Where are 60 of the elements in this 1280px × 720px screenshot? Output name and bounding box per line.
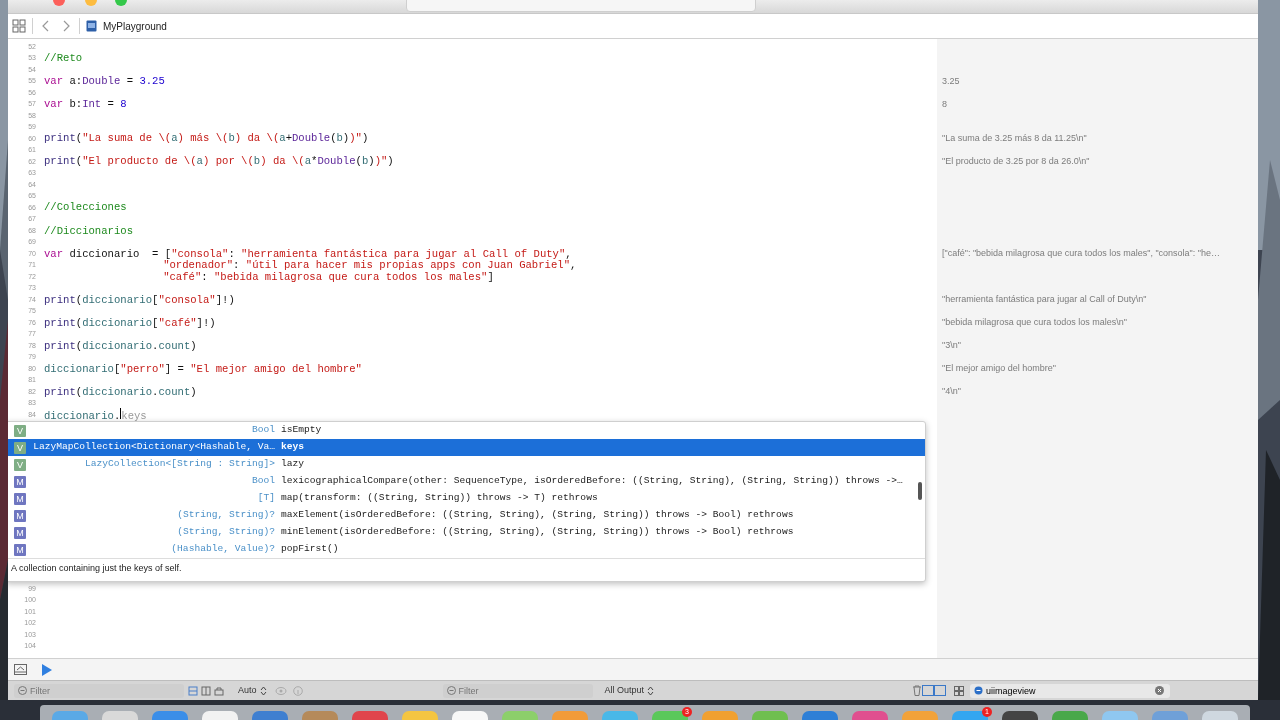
code-line: print(diccionario["café"]!) [44,317,216,329]
code-line: "ordenador": "útil para hacer mis propias apps con Juan Gabriel", [163,260,577,272]
code-line: print(diccionario.count) [44,386,197,398]
lock-icon[interactable] [214,685,224,696]
result-value: "3\n" [942,340,961,351]
scrollbar[interactable] [918,482,922,500]
filter-icon [974,686,984,695]
grid-icon[interactable] [12,19,26,33]
completion-item[interactable]: V LazyCollection<[String : String]> lazy [8,456,925,473]
completion-item[interactable]: M [T] map(transform: ((String, String)) throws -> T) rethrows [8,490,925,507]
code-line: "café": "bebida milagrosa que cura todos los males"] [163,271,494,283]
filter-icon [446,686,456,695]
completion-item[interactable]: M (String, String)? maxElement(isOrderedBefore: ((String, String), (String, String)) throws -> Bool) rethrows [8,507,925,524]
code-line: diccionario["perro"] = "El mejor amigo del hombre" [44,363,362,375]
file-icon [86,20,97,32]
completion-item[interactable]: V Bool isEmpty [8,422,925,439]
result-value: "El producto de 3.25 por 8 da 26.0\n" [942,156,1090,167]
result-value: 8 [942,98,947,109]
variables-icon[interactable] [188,685,198,696]
output-filter-field[interactable]: Filter [442,683,593,698]
result-value: "La suma de 3.25 más 8 da 11.25\n" [942,133,1087,144]
result-value: "4\n" [942,386,961,397]
code-line: print("El producto de \(a) por \(b) da \(a*Double(b))") [44,156,394,168]
file-name[interactable]: MyPlayground [103,18,167,34]
code-line: var a:Double = 3.25 [44,75,165,87]
code-line: print(diccionario["consola"]!) [44,294,235,306]
result-value: "bebida milagrosa que cura todos los males\n" [942,317,1127,328]
library-search-field[interactable]: uiimageview [970,683,1171,698]
code-line: var diccionario = ["consola": "herramienta fantástica para jugar al Call of Duty", [44,248,572,260]
result-value: "herramienta fantástica para jugar al Call of Duty\n" [942,294,1147,305]
code-line: //Reto [44,52,83,64]
grid-icon[interactable] [954,685,965,696]
code-line: print("La suma de \(a) más \(b) da \(a+Double(b))") [44,133,369,145]
filter-icon [18,686,27,695]
play-icon[interactable] [41,663,52,676]
completion-item[interactable]: V LazyMapCollection<Dictionary<Hashable, Va… keys [8,439,925,456]
completion-item[interactable]: M (Hashable, Value)? popFirst() [8,541,925,558]
up-down-icon[interactable] [259,685,267,696]
code-line: print(diccionario.count) [44,340,197,352]
result-value: "El mejor amigo del hombre" [942,363,1056,374]
eye-icon[interactable] [274,685,287,696]
completion-description: A collection containing just the keys of self. [11,563,182,573]
code-line: diccionario.keys [44,408,147,423]
view-icon[interactable] [201,685,211,696]
code-line: var b:Int = 8 [44,98,127,110]
info-icon[interactable] [292,685,303,696]
code-line: //Diccionarios [44,225,133,237]
debug-area-icon[interactable] [14,664,27,675]
result-value: 3.25 [942,75,960,86]
code-line: //Colecciones [44,202,127,214]
mode-dropdown[interactable]: Auto [238,683,257,698]
completion-item[interactable]: M Bool lexicographicalCompare(other: SequenceType, isOrderedBefore: ((String, String), (String, String)) throws ->… [8,473,925,490]
result-value: ["café": "bebida milagrosa que cura todos los males", "consola": "he… [942,248,1220,259]
output-dropdown[interactable]: All Output [604,683,645,698]
completion-item[interactable]: M (String, String)? minElement(isOrderedBefore: ((String, String), (String, String)) throws -> Bool) rethrows [8,524,925,541]
trash-icon[interactable] [912,685,923,696]
up-down-icon[interactable] [647,685,655,696]
clear-icon[interactable] [1155,686,1165,695]
split-view-icon[interactable] [922,685,947,696]
filter-field[interactable]: Filter [14,683,184,698]
